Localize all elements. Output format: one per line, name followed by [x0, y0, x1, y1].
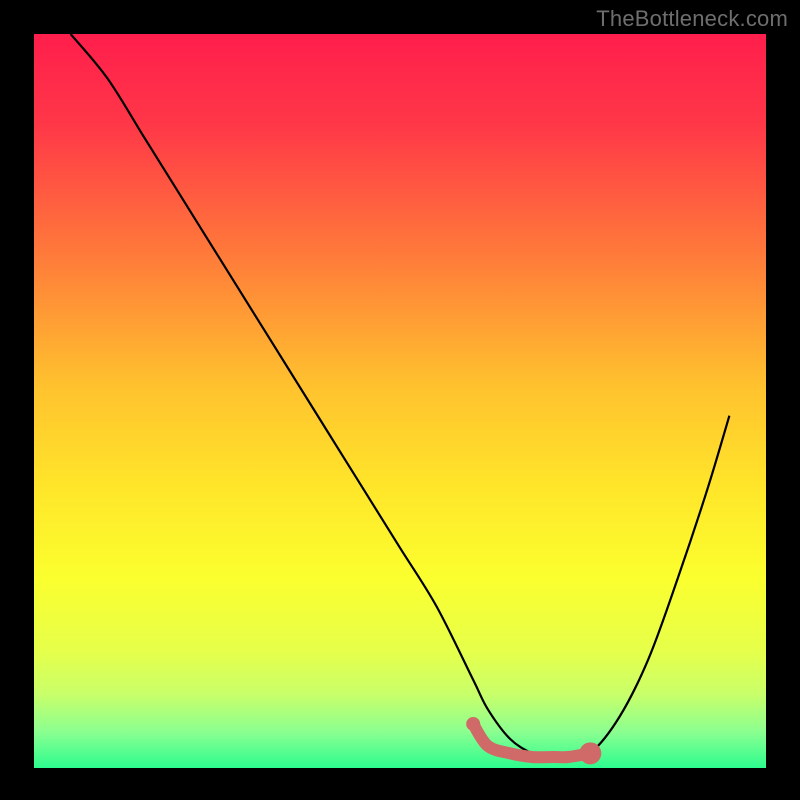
highlight-dot-start	[466, 717, 480, 731]
highlight-dot-end	[579, 742, 601, 764]
plot-background	[34, 34, 766, 768]
chart-frame: TheBottleneck.com	[0, 0, 800, 800]
bottleneck-chart	[0, 0, 800, 800]
